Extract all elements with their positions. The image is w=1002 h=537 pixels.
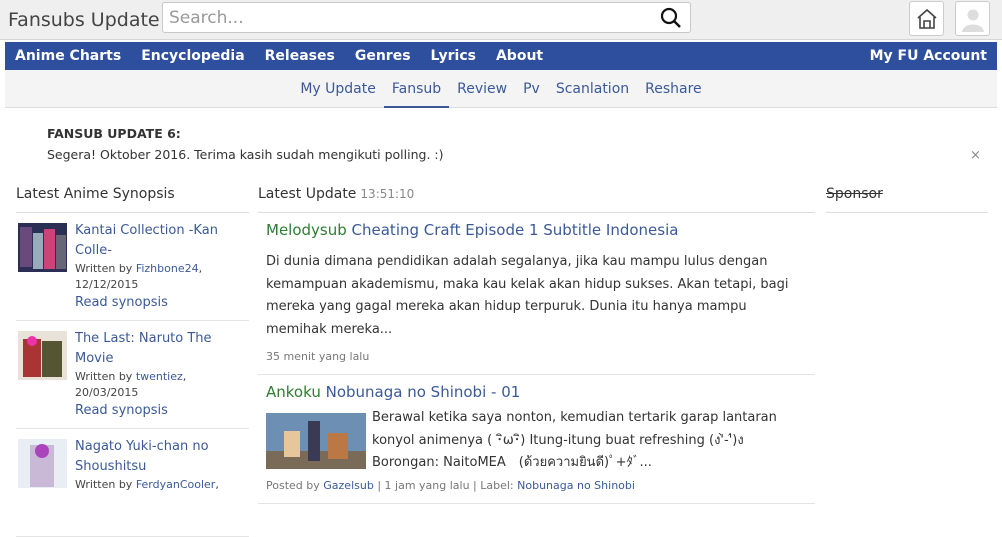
post-thumbnail[interactable] (266, 413, 366, 469)
nav-anime-charts[interactable]: Anime Charts (5, 48, 131, 64)
synopsis-title[interactable]: Nagato Yuki-chan no Shoushitsu (75, 437, 249, 477)
list-item: Nagato Yuki-chan no Shoushitsu Written b… (16, 429, 249, 537)
tab-my-update[interactable]: My Update (292, 70, 384, 108)
site-brand[interactable]: Fansubs Update (8, 9, 160, 31)
user-icon (962, 9, 984, 32)
poster-link[interactable]: Gazelsub (323, 479, 374, 492)
synopsis-heading: Latest Anime Synopsis (16, 186, 249, 213)
author-link[interactable]: FerdyanCooler (136, 478, 216, 491)
post-title[interactable]: Ankoku Nobunaga no Shinobi - 01 (266, 383, 807, 401)
search-box[interactable] (162, 2, 691, 33)
synopsis-meta: Written by FerdyanCooler, (75, 478, 219, 491)
tab-pv[interactable]: Pv (515, 70, 548, 108)
clock-time: 13:51:10 (360, 187, 415, 201)
source-link[interactable]: Melodysub (266, 221, 347, 239)
tab-reshare[interactable]: Reshare (637, 70, 710, 108)
anime-thumbnail[interactable] (18, 439, 67, 488)
read-synopsis-link[interactable]: Read synopsis (75, 295, 249, 310)
post-body: Di dunia dimana pendidikan adalah segala… (266, 254, 789, 337)
post-body: Berawal ketika saya nonton, kemudian ter… (372, 410, 777, 470)
sponsor-heading: Sponsor (826, 186, 988, 213)
author-link[interactable]: Fizhbone24 (136, 262, 199, 275)
search-icon[interactable] (660, 7, 682, 29)
nav-lyrics[interactable]: Lyrics (421, 48, 486, 64)
synopsis-meta: Written by Fizhbone24, 12/12/2015 (75, 262, 203, 291)
latest-update-column: Latest Update 13:51:10 Melodysub Cheating… (258, 186, 815, 504)
latest-update-heading: Latest Update 13:51:10 (258, 186, 815, 213)
close-icon[interactable]: × (970, 148, 981, 163)
source-link[interactable]: Ankoku (266, 383, 321, 401)
anime-thumbnail[interactable] (18, 223, 67, 272)
sponsor-column: Sponsor (826, 186, 988, 213)
search-input[interactable] (169, 6, 649, 30)
notice-text: Segera! Oktober 2016. Terima kasih sudah… (47, 147, 444, 162)
top-bar: Fansubs Update (0, 0, 1002, 40)
nav-my-account[interactable]: My FU Account (860, 48, 997, 64)
post-meta: 35 menit yang lalu (266, 350, 370, 363)
post-item: Melodysub Cheating Craft Episode 1 Subti… (258, 213, 815, 375)
nav-encyclopedia[interactable]: Encyclopedia (131, 48, 254, 64)
home-icon (917, 8, 937, 29)
synopsis-title[interactable]: Kantai Collection -Kan Colle- (75, 221, 249, 261)
notice-banner: FANSUB UPDATE 6: Segera! Oktober 2016. T… (47, 126, 443, 162)
nav-releases[interactable]: Releases (255, 48, 345, 64)
account-button[interactable] (955, 1, 990, 36)
nav-genres[interactable]: Genres (345, 48, 421, 64)
home-button[interactable] (909, 1, 944, 36)
post-item: Ankoku Nobunaga no Shinobi - 01 Berawal … (258, 375, 815, 504)
secondary-nav: My Update Fansub Review Pv Scanlation Re… (5, 70, 997, 108)
post-meta: Posted by Gazelsub | 1 jam yang lalu | L… (266, 478, 635, 492)
label-link[interactable]: Nobunaga no Shinobi (517, 479, 635, 492)
synopsis-title[interactable]: The Last: Naruto The Movie (75, 329, 249, 369)
read-synopsis-link[interactable]: Read synopsis (75, 403, 249, 418)
nav-about[interactable]: About (486, 48, 553, 64)
list-item: The Last: Naruto The Movie Written by tw… (16, 321, 249, 429)
primary-nav: Anime Charts Encyclopedia Releases Genre… (5, 42, 997, 70)
synopsis-column: Latest Anime Synopsis Kantai Collection … (16, 186, 249, 537)
tab-scanlation[interactable]: Scanlation (548, 70, 637, 108)
author-link[interactable]: twentiez (136, 370, 183, 383)
post-title[interactable]: Melodysub Cheating Craft Episode 1 Subti… (266, 221, 807, 239)
notice-title: FANSUB UPDATE 6: (47, 126, 181, 141)
tab-review[interactable]: Review (449, 70, 515, 108)
synopsis-meta: Written by twentiez, 20/03/2015 (75, 370, 187, 399)
tab-fansub[interactable]: Fansub (383, 70, 450, 108)
list-item: Kantai Collection -Kan Colle- Written by… (16, 213, 249, 321)
anime-thumbnail[interactable] (18, 331, 67, 380)
